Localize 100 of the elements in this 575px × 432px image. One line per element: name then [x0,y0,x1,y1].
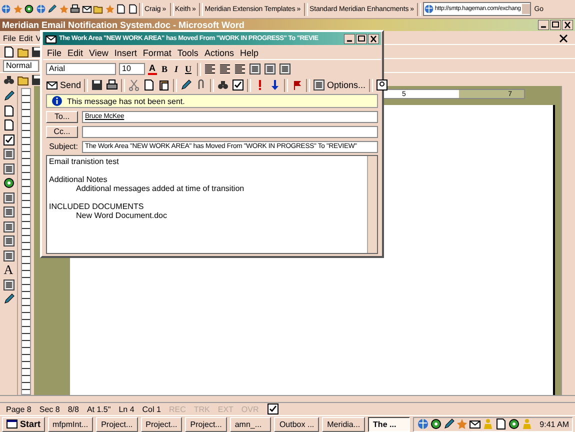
send-button[interactable]: Send [46,79,82,91]
arrow-down-icon[interactable] [269,79,282,91]
checkbox-icon[interactable] [232,79,244,91]
envelope-icon [46,79,58,91]
status-field: 8/8 [68,404,79,414]
list-icon[interactable] [2,206,14,218]
menu-item[interactable]: View [89,48,108,58]
binoculars-icon[interactable] [217,79,230,91]
font-size-dropdown[interactable]: 10 [119,63,145,75]
printer-icon[interactable] [106,79,118,91]
status-field: Sec 8 [39,404,60,414]
list-icon[interactable] [2,162,14,174]
status-field: Ln 4 [118,404,134,414]
drawing-tool[interactable]: A [4,264,14,276]
close-button[interactable] [368,34,379,44]
body-text: INCLUDED DOCUMENTS [49,202,145,211]
printer-icon[interactable] [70,4,80,14]
start-button[interactable]: Start [2,416,45,432]
clipboard-icon[interactable] [158,79,170,91]
folder-icon[interactable] [17,74,29,86]
taskbar-button[interactable]: Outbox ... [274,416,320,432]
star-icon[interactable] [12,4,22,14]
options-button[interactable]: Options... [313,79,366,91]
folder-icon[interactable] [17,46,29,58]
minimize-button[interactable] [344,34,355,44]
pencil-icon[interactable] [2,293,14,305]
menu-item[interactable]: Edit [18,34,33,42]
cc-field[interactable] [82,126,378,138]
page-icon[interactable] [2,119,14,131]
font-color-button[interactable]: A [148,64,156,74]
globe-icon[interactable] [1,4,11,14]
list-icon[interactable] [2,220,14,232]
taskbar-button[interactable]: Project... [96,416,138,432]
pencil-icon[interactable] [2,90,14,102]
menu-item[interactable]: Actions [204,48,234,58]
menu-item[interactable]: Tools [177,48,198,58]
menu-item[interactable]: Insert [114,48,137,58]
maximize-button[interactable] [356,34,367,44]
folder-icon[interactable] [93,4,103,14]
close-icon[interactable] [559,34,568,42]
taskbar-button[interactable]: mfpmInt... [48,416,94,432]
page-icon[interactable] [143,79,156,91]
list-icon[interactable] [2,192,14,204]
pencil-icon[interactable] [47,4,57,14]
maximize-button[interactable] [550,20,561,30]
list-icon[interactable] [278,63,291,75]
info-message: This message has not been sent. [67,96,185,106]
globe-icon[interactable] [36,4,46,14]
cc-button[interactable]: Cc... [46,126,78,138]
list-icon[interactable] [264,63,276,75]
menu-item[interactable]: Help [240,48,258,58]
style-dropdown[interactable]: Normal [3,60,39,72]
page-icon[interactable] [494,418,507,430]
format-button[interactable]: B [160,64,170,74]
align-icon[interactable] [234,63,246,75]
page-icon[interactable] [2,104,14,116]
info-icon [51,95,63,107]
list-icon[interactable] [248,63,261,75]
taskbar-button[interactable]: The ... [368,416,410,432]
status-field: Col 1 [142,404,161,414]
menu-item[interactable]: Format [142,48,172,58]
list-icon[interactable] [2,278,14,290]
taskbar-button[interactable]: Project... [140,416,182,432]
align-icon[interactable] [218,63,231,75]
list-icon[interactable] [2,250,14,262]
list-icon [313,79,326,91]
menu-item[interactable]: File [3,34,16,42]
menu-item[interactable]: File [47,48,62,58]
flag-icon[interactable] [291,79,304,91]
align-icon[interactable] [204,63,216,75]
taskbar-button[interactable]: amn_... [230,416,272,432]
to-button[interactable]: To... [46,110,78,122]
format-button[interactable]: I [172,64,180,74]
page-icon[interactable] [3,46,15,58]
font-dropdown[interactable]: Arial [46,63,116,75]
globe-icon[interactable] [416,418,429,430]
close-button[interactable] [562,20,573,30]
scrollbar[interactable] [367,156,377,253]
list-icon[interactable] [2,148,14,160]
envelope-icon[interactable] [82,4,92,14]
body-text: Additional messages added at time of transition [75,184,246,193]
star-icon[interactable] [58,4,68,14]
star-icon[interactable] [456,418,468,430]
format-button[interactable]: U [183,64,194,74]
minimize-button[interactable] [538,20,549,30]
window-icon [6,418,18,430]
star-icon[interactable] [104,4,114,14]
binoculars-icon[interactable] [3,74,15,86]
taskbar-button[interactable]: Project... [185,416,227,432]
taskbar-button[interactable]: Meridia... [322,416,366,432]
horizontal-scrollbar[interactable] [0,395,575,403]
status-field: At 1.5" [86,404,111,414]
pencil-icon[interactable] [180,79,192,91]
pencil-icon[interactable] [442,418,455,430]
envelope-icon[interactable] [468,418,481,430]
message-body-field[interactable]: Email tranistion test Additional Notes Additional messages added at time of transition INCLUDED DOCUMENTS New Word Document.doc [46,155,378,254]
list-icon[interactable] [2,235,14,247]
menu-item[interactable]: Edit [68,48,84,58]
checkbox-icon[interactable] [2,134,14,146]
body-text: New Word Document.doc [75,211,168,220]
